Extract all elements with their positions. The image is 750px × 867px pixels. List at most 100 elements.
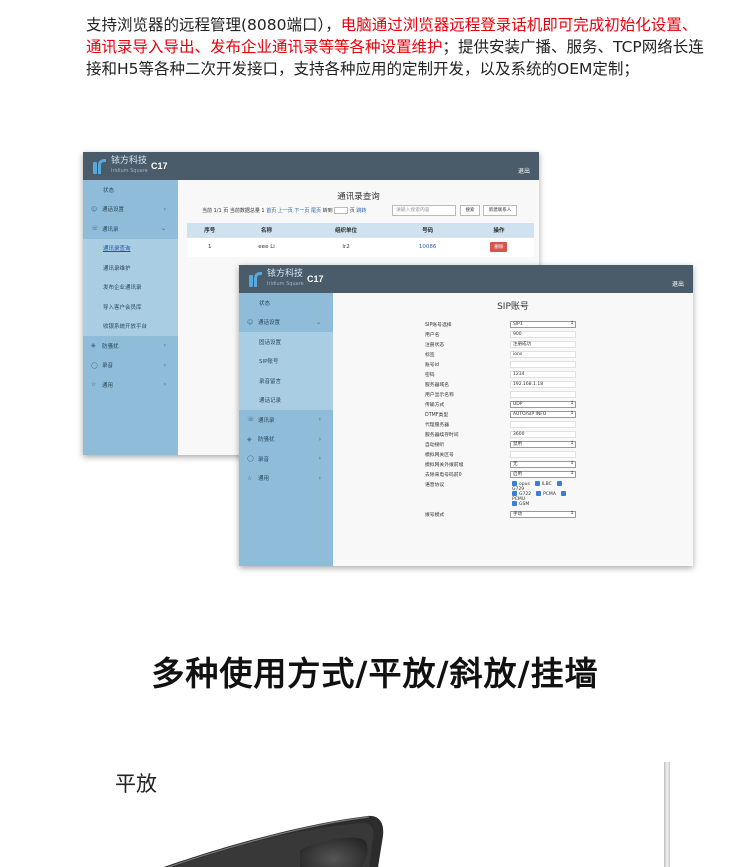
- sidebar-item-status[interactable]: 状态: [83, 180, 178, 200]
- field-input[interactable]: 192.168.1.18: [510, 380, 576, 388]
- col-action: 操作: [463, 223, 534, 237]
- jump-link[interactable]: 跳转: [356, 208, 366, 214]
- sidebar-item-general[interactable]: ☆ 通用 ›: [83, 375, 178, 395]
- codec-checkbox[interactable]: [536, 490, 542, 496]
- field-input[interactable]: 1234: [510, 370, 576, 378]
- pager-links[interactable]: 首页 上一页 下一页 尾页: [266, 208, 321, 214]
- field-label: 模拟网关外拨前缀: [425, 462, 464, 468]
- codec-row: GSM: [425, 499, 585, 509]
- dial-mode-select[interactable]: 手动: [510, 510, 576, 518]
- sidebar-item-anti-harass[interactable]: ◈ 防骚扰 ›: [83, 336, 178, 356]
- star-icon: ☆: [91, 381, 97, 389]
- sidebar-subitem-cashier[interactable]: 收银系统开放平台: [83, 317, 178, 337]
- logout-link[interactable]: 退出: [672, 279, 684, 288]
- field-label: 服务器域名: [425, 382, 449, 388]
- field-select[interactable]: SIP1: [510, 320, 576, 328]
- pager-page: 页: [349, 208, 355, 214]
- star-icon: ☆: [247, 474, 253, 482]
- sidebar-item-anti-harass[interactable]: ◈ 防骚扰 ›: [239, 430, 333, 450]
- form-row: 账号id: [425, 359, 585, 369]
- sidebar-item-general[interactable]: ☆ 通用 ›: [239, 469, 333, 489]
- field-input[interactable]: 3600: [510, 430, 576, 438]
- search-button[interactable]: 搜索: [460, 205, 480, 216]
- field-select[interactable]: 无: [510, 460, 576, 468]
- field-input[interactable]: 900: [510, 330, 576, 338]
- chevron-right-icon: ›: [163, 361, 166, 369]
- field-input[interactable]: [510, 360, 576, 368]
- codec-group: GSM: [510, 500, 576, 508]
- page-number-input[interactable]: [334, 207, 349, 214]
- form-row: 自动接听 禁用: [425, 439, 585, 449]
- codec-group: opus ILBCG729: [510, 480, 576, 492]
- field-input[interactable]: [510, 390, 576, 398]
- codec-checkbox[interactable]: [560, 490, 566, 496]
- field-select[interactable]: 禁用: [510, 440, 576, 448]
- field-select[interactable]: AUTO/SIP INFO: [510, 410, 576, 418]
- delete-button[interactable]: 删除: [490, 242, 508, 253]
- col-index: 序号: [187, 223, 233, 237]
- chevron-right-icon: ›: [163, 342, 166, 350]
- col-org: 组织单位: [300, 223, 392, 237]
- sidebar-subitem-sip[interactable]: SIP账号: [239, 352, 333, 372]
- form-row: 服务器续存时间 3600: [425, 429, 585, 439]
- sidebar-item-phonebook[interactable]: ☏ 通讯录 ⌄: [83, 219, 178, 239]
- field-input[interactable]: ions: [510, 350, 576, 358]
- field-select[interactable]: UDP: [510, 400, 576, 408]
- field-input[interactable]: [510, 450, 576, 458]
- logo-icon: [93, 157, 108, 175]
- field-label: 标签: [425, 352, 435, 358]
- form-row: DTMF类型 AUTO/SIP INFO: [425, 409, 585, 419]
- cell-index: 1: [187, 236, 233, 257]
- field-select[interactable]: 启用: [510, 470, 576, 478]
- codec-checkbox[interactable]: [512, 480, 517, 486]
- codec-checkbox[interactable]: [512, 490, 517, 496]
- sidebar-submenu: 固话设置 SIP账号 录音留言 通话记录: [239, 332, 333, 410]
- cell-number[interactable]: 10086: [391, 236, 464, 257]
- add-contact-button[interactable]: 新建联系人: [483, 205, 517, 216]
- mic-icon: ◯: [91, 361, 98, 369]
- sidebar-subitem-landline[interactable]: 固话设置: [239, 332, 333, 352]
- contacts-table: 序号 名称 组织单位 号码 操作 1 eee Li lr2 10086 删除: [187, 223, 534, 257]
- sidebar-item-phonebook[interactable]: ☏ 通讯录 ›: [239, 410, 333, 430]
- field-label: 传输方式: [425, 402, 445, 408]
- chevron-right-icon: ›: [318, 474, 321, 482]
- field-label: 用户显示名称: [425, 392, 454, 398]
- form-row: 标签 ions: [425, 349, 585, 359]
- sidebar-item-recording[interactable]: ◯ 录音 ›: [83, 356, 178, 376]
- app-header: 铱方科技 Iridium Square C17 退出: [239, 265, 693, 293]
- sidebar-item-call-settings[interactable]: ☺ 通话设置 ›: [83, 200, 178, 220]
- table-row: 1 eee Li lr2 10086 删除: [187, 236, 534, 257]
- sip-form: SIP账号选择 SIP1 用户名 900 注册状态 注册成功标签 ions 账号id 密码 123…: [425, 319, 585, 519]
- user-icon: ☺: [247, 318, 254, 326]
- sidebar-subitem-import[interactable]: 导入客户会员库: [83, 297, 178, 317]
- form-row: 传输方式 UDP: [425, 399, 585, 409]
- phone-icon: ☏: [247, 416, 255, 424]
- form-row: 模拟网关外拨前缀 无: [425, 459, 585, 469]
- codec-label: ILBC: [541, 481, 552, 487]
- sidebar-subitem-call-log[interactable]: 通话记录: [239, 391, 333, 411]
- col-number: 号码: [391, 223, 464, 237]
- form-row: 代理服务器: [425, 419, 585, 429]
- sidebar-subitem-query[interactable]: 通讯录查询: [83, 239, 178, 259]
- pagination: 当前 1/1 页 当前数据总量 1 首页 上一页 下一页 尾页 转到 页 跳转: [202, 207, 366, 214]
- field-input[interactable]: [510, 420, 576, 428]
- codec-row: G722 PCMAPCMU: [425, 489, 585, 502]
- form-row: 密码 1234: [425, 369, 585, 379]
- field-label: 密码: [425, 372, 435, 378]
- field-label: 语音协议: [425, 482, 445, 488]
- codec-checkbox[interactable]: [534, 480, 540, 486]
- sidebar-item-status[interactable]: 状态: [239, 293, 333, 313]
- codec-checkbox[interactable]: [512, 500, 517, 506]
- sidebar-item-recording[interactable]: ◯ 录音 ›: [239, 449, 333, 469]
- logo-subname: Iridium Square: [111, 168, 148, 174]
- field-label: 注册状态: [425, 342, 445, 348]
- logout-link[interactable]: 退出: [518, 166, 530, 175]
- sidebar-item-call-settings[interactable]: ☺ 通话设置 ⌄: [239, 313, 333, 333]
- sidebar-subitem-publish[interactable]: 发布企业通讯录: [83, 278, 178, 298]
- field-input[interactable]: 注册成功: [510, 340, 576, 348]
- device-photo: [163, 815, 384, 867]
- search-input[interactable]: 请输入搜索内容: [392, 205, 456, 216]
- codec-checkbox[interactable]: [556, 480, 562, 486]
- sidebar-subitem-maintain[interactable]: 通讯录维护: [83, 258, 178, 278]
- sidebar-subitem-voicemail[interactable]: 录音留言: [239, 371, 333, 391]
